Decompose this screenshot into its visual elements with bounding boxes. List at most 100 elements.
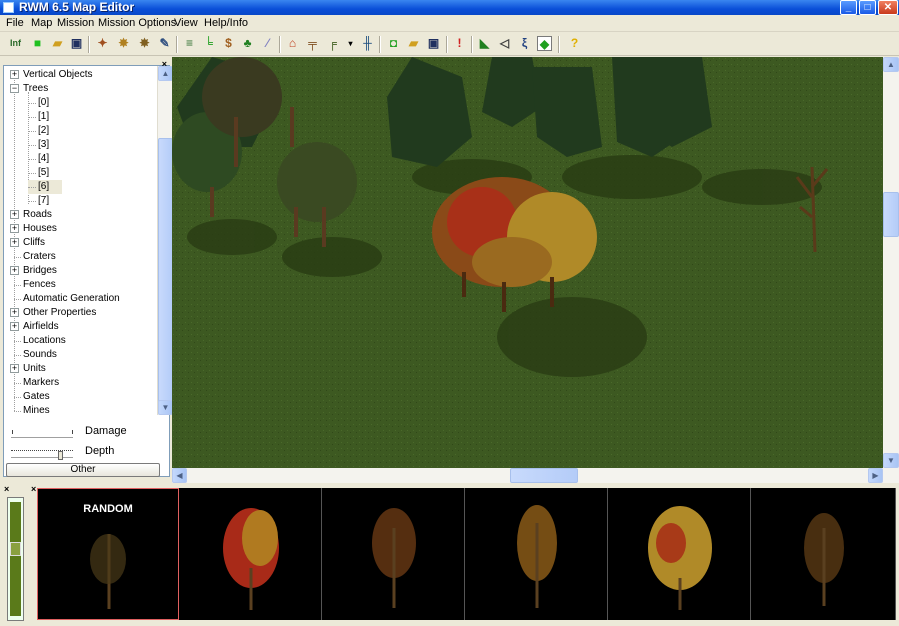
menu-help-info[interactable]: Help/Info — [204, 17, 248, 29]
toolbar-separator — [446, 36, 448, 53]
units-group-icon[interactable]: ✸ — [116, 36, 131, 51]
road-icon[interactable]: ≡ — [182, 36, 197, 51]
edit-icon[interactable]: ✎ — [157, 36, 172, 51]
map-horizontal-scrollbar[interactable]: ◀ ▶ — [172, 468, 899, 483]
tree-sprite-icon — [804, 513, 844, 606]
save-icon[interactable]: ▣ — [69, 36, 84, 51]
bridge-icon[interactable]: ╒ — [325, 36, 340, 51]
other-button[interactable]: Other — [6, 463, 160, 477]
menu-view[interactable]: View — [174, 17, 198, 29]
depth-slider-track[interactable] — [11, 457, 73, 459]
object-tree[interactable]: × + Vertical Objects − Trees [0] [1] [2] [… — [3, 59, 173, 477]
toolbar-separator — [279, 36, 281, 53]
tree-icon[interactable]: ♣ — [240, 36, 255, 51]
tree-item-label: Roads — [23, 209, 52, 220]
tree-item-label: [3] — [38, 139, 50, 150]
expand-icon[interactable]: + — [10, 322, 19, 331]
tree-item-label: Vertical Objects — [23, 69, 93, 80]
damage-slider-track[interactable] — [11, 437, 73, 439]
title-bar: RWM 6.5 Map Editor _ □ ✕ — [0, 0, 899, 15]
alert-icon[interactable]: ! — [452, 36, 467, 51]
window-title: RWM 6.5 Map Editor — [19, 0, 135, 14]
tree-item-label: Markers — [23, 377, 60, 388]
expand-icon[interactable]: + — [10, 210, 19, 219]
tree-item-label: [6] — [38, 181, 50, 192]
palette-cell-5[interactable] — [609, 488, 751, 620]
palette-cell-random[interactable]: RANDOM — [37, 488, 179, 620]
scroll-thumb[interactable] — [158, 138, 173, 408]
palette-cell-3[interactable] — [323, 488, 465, 620]
pipe-icon[interactable]: ╘ — [201, 36, 216, 51]
damage-label: Damage — [85, 425, 127, 437]
script-save-icon[interactable]: ▣ — [426, 36, 441, 51]
palette-cell-4[interactable] — [466, 488, 608, 620]
tree-sprite-icon — [517, 505, 557, 608]
expand-icon[interactable]: + — [10, 364, 19, 373]
app-window: RWM 6.5 Map Editor _ □ ✕ File Map Missio… — [0, 0, 899, 626]
object-panel: × + Vertical Objects − Trees [0] [1] [2] [… — [0, 57, 173, 481]
slider-tick — [12, 430, 13, 434]
toolbar: Inf ■ ▰ ▣ ✦ ✸ ✸ ✎ ≡ ╘ $ ♣ ⁄ ⌂ ╤ ╒ ▾ ╫ ◘ … — [0, 33, 899, 56]
unit-icon[interactable]: ✦ — [95, 36, 110, 51]
info-icon[interactable]: Inf — [8, 36, 23, 51]
toolbar-separator — [379, 36, 381, 53]
close-button[interactable]: ✕ — [878, 0, 898, 15]
animation-icon[interactable]: ξ — [517, 36, 532, 51]
scroll-up-icon[interactable]: ▲ — [883, 57, 899, 72]
close-icon[interactable]: × — [31, 484, 36, 494]
palette-scroll-track — [10, 502, 21, 616]
tree-item-label: [1] — [38, 111, 50, 122]
expand-icon[interactable]: + — [10, 238, 19, 247]
dollar-icon[interactable]: $ — [221, 36, 236, 51]
script-new-icon[interactable]: ◘ — [386, 36, 401, 51]
maximize-button[interactable]: □ — [859, 0, 876, 15]
menu-mission-options[interactable]: Mission Options — [98, 17, 176, 29]
menu-file[interactable]: File — [6, 17, 24, 29]
expand-icon[interactable]: + — [10, 70, 19, 79]
palette-cell-2[interactable] — [180, 488, 322, 620]
brush-icon[interactable]: ⁄ — [260, 36, 275, 51]
menu-mission[interactable]: Mission — [57, 17, 94, 29]
depth-slider-thumb[interactable] — [58, 451, 63, 460]
tree-sprite-icon — [90, 534, 126, 609]
map-viewport[interactable] — [172, 57, 883, 468]
tree-item-tree-6-selected[interactable]: [6] — [28, 180, 62, 194]
map-canvas[interactable] — [172, 57, 883, 468]
palette-scroll-thumb[interactable] — [10, 542, 21, 556]
tree-item-label: Gates — [23, 391, 50, 402]
scroll-right-icon[interactable]: ▶ — [868, 468, 883, 483]
scroll-thumb[interactable] — [883, 192, 899, 237]
expand-icon[interactable]: + — [10, 266, 19, 275]
sound-icon[interactable]: ◁ — [497, 36, 512, 51]
help-icon[interactable]: ? — [567, 36, 582, 51]
diamond-icon[interactable]: ◆ — [537, 36, 552, 51]
scroll-down-icon[interactable]: ▼ — [158, 400, 173, 415]
open-icon[interactable]: ▰ — [50, 36, 65, 51]
dropdown-icon[interactable]: ▾ — [343, 36, 358, 51]
fence-icon[interactable]: ╫ — [360, 36, 375, 51]
tree-item-label: [4] — [38, 153, 50, 164]
script-open-icon[interactable]: ▰ — [406, 36, 421, 51]
bench-icon[interactable]: ╤ — [305, 36, 320, 51]
menu-map[interactable]: Map — [31, 17, 52, 29]
terrain-icon[interactable]: ◣ — [477, 36, 492, 51]
close-icon[interactable]: × — [4, 484, 9, 494]
units-edit-icon[interactable]: ✸ — [137, 36, 152, 51]
collapse-icon[interactable]: − — [10, 84, 19, 93]
expand-icon[interactable]: + — [10, 224, 19, 233]
scroll-left-icon[interactable]: ◀ — [172, 468, 187, 483]
scroll-down-icon[interactable]: ▼ — [883, 453, 899, 468]
scroll-up-icon[interactable]: ▲ — [158, 66, 173, 81]
tree-scrollbar[interactable]: ▲ ▼ — [157, 66, 173, 415]
minimize-button[interactable]: _ — [840, 0, 857, 15]
palette-cell-6[interactable] — [752, 488, 896, 620]
new-icon[interactable]: ■ — [30, 36, 45, 51]
palette-scrollbar[interactable] — [7, 497, 24, 621]
house-icon[interactable]: ⌂ — [285, 36, 300, 51]
tree-item-label: [0] — [38, 97, 50, 108]
map-vertical-scrollbar[interactable]: ▲ ▼ — [883, 57, 899, 468]
scroll-thumb[interactable] — [510, 468, 578, 483]
depth-ticks — [11, 447, 73, 451]
tree-sprite-icon — [648, 506, 712, 610]
expand-icon[interactable]: + — [10, 308, 19, 317]
